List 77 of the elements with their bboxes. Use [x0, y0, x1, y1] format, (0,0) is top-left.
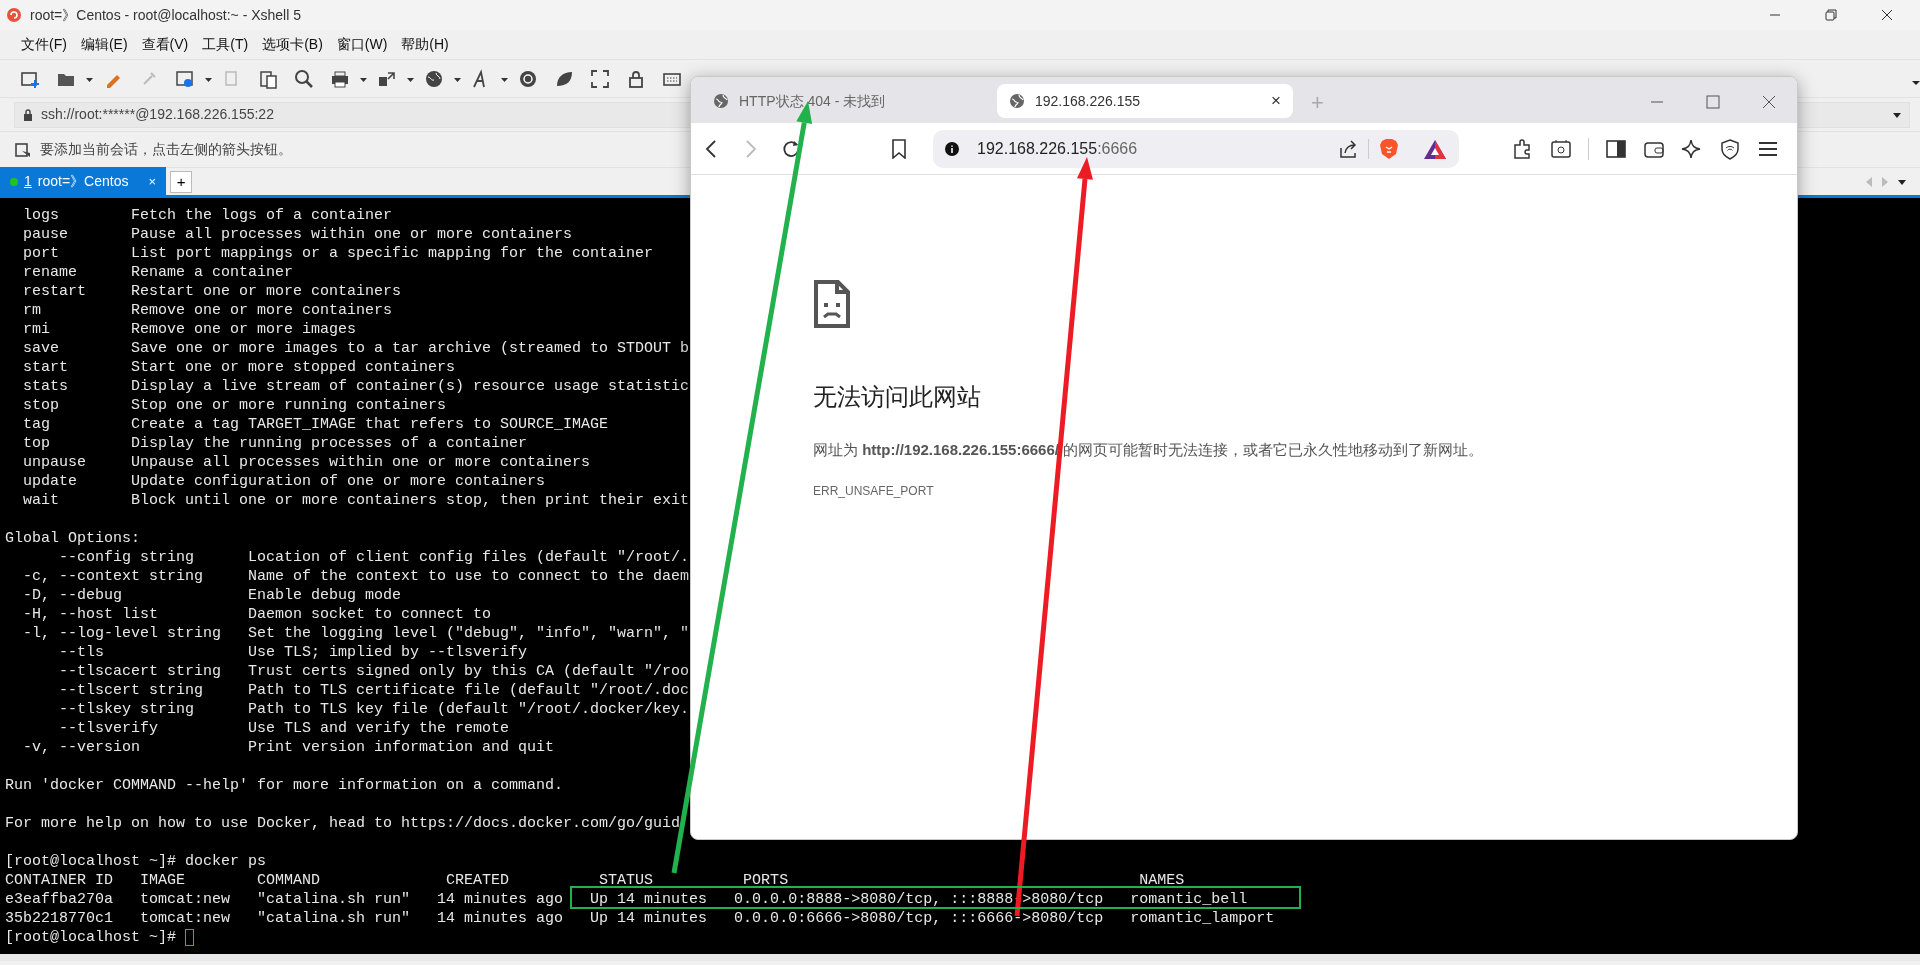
- menu-item[interactable]: 帮助(H): [394, 34, 456, 55]
- menu-item[interactable]: 窗口(W): [329, 34, 395, 55]
- terminal-line: stop Stop one or more running containers: [22, 396, 447, 415]
- terminal-line: unpause Unpause all processes within one or more containers: [22, 453, 591, 472]
- printer-icon[interactable]: [330, 68, 350, 89]
- session-tab[interactable]: 1 root=》Centos ×: [0, 166, 167, 197]
- terminal-line: 35b2218770c1 tomcat:new "catalina.sh run" 14 minutes ago Up 14 minutes 0.0.0.0:6666->8080/tcp, :::6666->8080/tcp romantic_lamport: [5, 909, 1275, 928]
- clipboard-icon[interactable]: [258, 68, 278, 89]
- terminal-line: --tlscert string Path to TLS certificate file (default "/root/.doc: [58, 681, 690, 700]
- terminal-line: save Save one or more images to a tar archive (streamed to STDOUT b: [22, 339, 690, 358]
- menu-item[interactable]: 文件(F): [14, 34, 74, 55]
- sidebar-icon[interactable]: [1605, 137, 1627, 160]
- terminal-line: --tls Use TLS; implied by --tlsverify: [58, 643, 528, 662]
- terminal-line: pause Pause all processes within one or more containers: [22, 225, 573, 244]
- terminal-line: --tlsverify Use TLS and verify the remote: [58, 719, 510, 738]
- terminal-line: [root@localhost ~]# docker ps: [5, 852, 267, 871]
- fullscreen-icon[interactable]: [590, 68, 610, 89]
- terminal-line: -D, --debug Enable debug mode: [22, 586, 402, 605]
- terminal-line: CONTAINER ID IMAGE COMMAND CREATED STATUS PORTS NAMES: [5, 871, 1185, 890]
- shield-icon[interactable]: [1719, 137, 1741, 160]
- terminal-line: -v, --version Print version information and quit: [22, 738, 555, 757]
- close-button[interactable]: ×: [148, 171, 157, 192]
- reload-icon[interactable]: [781, 138, 801, 159]
- lock-icon[interactable]: [626, 68, 646, 89]
- share-icon[interactable]: [1338, 138, 1358, 159]
- back-icon[interactable]: [705, 138, 717, 159]
- terminal-line: -c, --context string Name of the context to use to connect to the daem: [22, 567, 690, 586]
- error-message: 网址为 http://192.168.226.155:6666/ 的网页可能暂时无法连接，或者它已永久性地移动到了新网址。: [813, 440, 1485, 460]
- error-heading: 无法访问此网站: [813, 382, 982, 412]
- terminal-line: wait Block until one or more containers stop, then print their exit: [22, 491, 690, 510]
- spiral-logo-icon: [6, 7, 22, 23]
- terminal-line: start Start one or more stopped containers: [22, 358, 456, 377]
- terminal-line: [root@localhost ~]#: [5, 928, 177, 947]
- terminal-line: --config string Location of client config files (default "/root/.: [58, 548, 690, 567]
- close-tab-button[interactable]: ×: [1271, 88, 1281, 114]
- lock-icon: [23, 108, 33, 121]
- sad-page-icon: [813, 279, 851, 329]
- browser-tab[interactable]: HTTP状态 404 - 未找到: [701, 84, 997, 118]
- menu-item[interactable]: 编辑(E): [73, 34, 135, 55]
- terminal-line: rename Rename a container: [22, 263, 294, 282]
- globe-icon[interactable]: [424, 68, 444, 89]
- terminal-line: tag Create a tag TARGET_IMAGE that refers to SOURCE_IMAGE: [22, 415, 609, 434]
- settings-icon[interactable]: [175, 68, 195, 89]
- arrow-icon[interactable]: [14, 140, 32, 159]
- terminal-line: stats Display a live stream of container(s) resource usage statistic: [22, 377, 690, 396]
- globe-icon: [1009, 93, 1025, 109]
- terminal-line: Run 'docker COMMAND --help' for more information on a command.: [5, 776, 564, 795]
- terminal-line: logs Fetch the logs of a container: [22, 206, 393, 225]
- sparkle-icon[interactable]: [1681, 137, 1703, 160]
- terminal-line: Global Options:: [5, 529, 141, 548]
- menu-item[interactable]: 查看(V): [134, 34, 196, 55]
- search-icon[interactable]: [294, 68, 314, 89]
- terminal-line: --tlskey string Path to TLS key file (default "/root/.docker/key.: [58, 700, 690, 719]
- address-bar[interactable]: 192.168.226.155:6666: [933, 129, 1459, 168]
- terminal-line: rm Remove one or more containers: [22, 301, 393, 320]
- terminal-line: top Display the running processes of a container: [22, 434, 528, 453]
- terminal-line: port List port mappings or a specific mapping for the container: [22, 244, 654, 263]
- menu-item[interactable]: 选项卡(B): [255, 34, 330, 55]
- bookmark-icon[interactable]: [891, 138, 907, 159]
- terminal-line: For more help on how to use Docker, head to https://docs.docker.com/go/guid: [5, 814, 681, 833]
- error-code: ERR_UNSAFE_PORT: [813, 482, 935, 500]
- terminal-line: -H, --host list Daemon socket to connect to: [22, 605, 492, 624]
- terminal-line: -l, --log-level string Set the logging level ("debug", "info", "warn", ": [22, 624, 690, 643]
- restore-icon[interactable]: [1824, 8, 1838, 22]
- menu-item[interactable]: 工具(T): [195, 34, 256, 55]
- terminal-line: --tlscacert string Trust certs signed only by this CA (default "/roo: [58, 662, 690, 681]
- terminal-line: restart Restart one or more containers: [22, 282, 402, 301]
- close-icon[interactable]: [1880, 8, 1894, 22]
- hint-text: 要添加当前会话，点击左侧的箭头按钮。: [40, 140, 292, 159]
- terminal-line: rmi Remove one or more images: [22, 320, 357, 339]
- browser-tab[interactable]: 192.168.226.155 ×: [997, 84, 1293, 118]
- terminal-line: update Update configuration of one or more containers: [22, 472, 546, 491]
- info-icon: [945, 141, 959, 156]
- globe-icon: [713, 93, 729, 109]
- window-title: root=》Centos - root@localhost:~ - Xshell 5: [30, 5, 301, 25]
- new-tab-button[interactable]: +: [170, 170, 193, 193]
- close-icon[interactable]: [1761, 94, 1777, 110]
